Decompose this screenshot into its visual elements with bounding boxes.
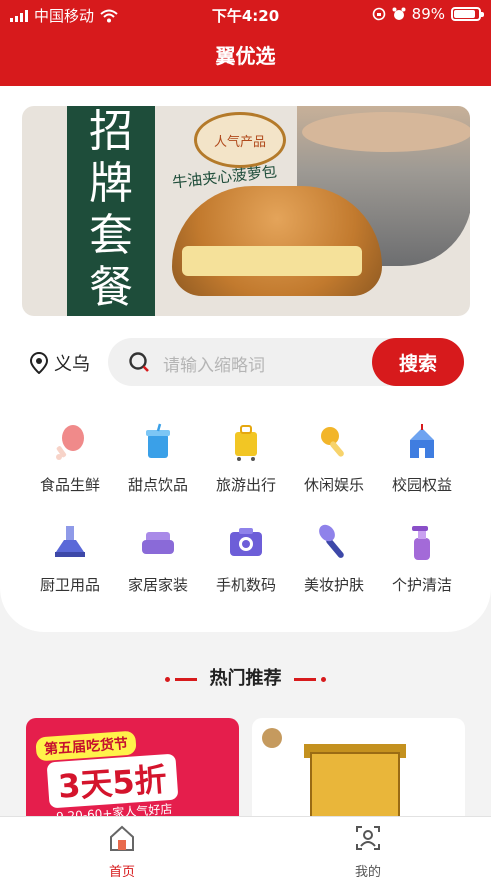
search-input[interactable]: 请输入缩略词 [163, 351, 265, 376]
sign-char: 套 [89, 210, 133, 261]
category-entertainment[interactable]: 休闲娱乐 [290, 422, 378, 512]
school-icon [410, 424, 434, 458]
battery-icon [451, 7, 484, 21]
section-header: 热门推荐 [0, 664, 491, 690]
profile-icon [356, 826, 380, 850]
category-drinks[interactable]: 甜点饮品 [114, 422, 202, 512]
drumstick-icon [56, 425, 84, 460]
category-label: 家居家装 [127, 576, 188, 594]
location-city: 义乌 [54, 354, 90, 375]
milk-tea-surface [302, 112, 470, 152]
suitcase-icon [235, 425, 257, 461]
sign-char: 招 [89, 106, 133, 157]
location-pin-icon [30, 352, 48, 374]
category-travel[interactable]: 旅游出行 [202, 422, 290, 512]
seal-text: 人气产品 [213, 135, 266, 150]
main-card: 招 牌 套 餐 人气产品 牛油夹心菠萝包 义乌 请输入缩略词 搜索 食品生鲜 甜… [0, 86, 491, 632]
sofa-icon [142, 532, 174, 554]
spray-bottle-icon [412, 526, 430, 560]
makeup-brush-icon [319, 524, 344, 558]
category-personal-care[interactable]: 个护清洁 [378, 522, 466, 612]
brand-logo-icon [262, 728, 282, 748]
category-home[interactable]: 家居家装 [114, 522, 202, 612]
category-label: 旅游出行 [215, 476, 276, 494]
tab-label: 首页 [108, 865, 135, 877]
drink-cup-icon [146, 423, 170, 458]
category-campus[interactable]: 校园权益 [378, 422, 466, 512]
banner-sign: 招 牌 套 餐 [67, 106, 155, 316]
category-food[interactable]: 食品生鲜 [26, 422, 114, 512]
category-label: 校园权益 [391, 476, 452, 494]
alarm-icon [392, 7, 406, 20]
category-label: 美妆护肤 [303, 576, 364, 594]
sign-char: 餐 [89, 262, 133, 313]
tab-label: 我的 [354, 865, 381, 877]
microphone-icon [321, 427, 344, 457]
home-icon [110, 825, 134, 851]
search-icon [129, 352, 149, 372]
sign-char: 牌 [89, 158, 133, 209]
product-card-gift-box[interactable] [252, 718, 465, 818]
butter-slices-image [182, 246, 362, 276]
location-selector[interactable]: 义乌 [30, 338, 90, 388]
category-kitchen[interactable]: 厨卫用品 [26, 522, 114, 612]
gift-box-image [310, 752, 400, 818]
category-label: 个护清洁 [391, 576, 452, 594]
section-divider-right [293, 676, 326, 682]
section-divider-left [165, 676, 198, 682]
tab-home[interactable]: 首页 [82, 823, 162, 877]
category-beauty[interactable]: 美妆护肤 [290, 522, 378, 612]
category-label: 休闲娱乐 [303, 476, 364, 494]
section-title: 热门推荐 [209, 668, 282, 689]
pineapple-bun-image [172, 186, 382, 296]
product-card-promo[interactable]: 第五届吃货节 3天5折 9.20-60+家人气好店 [26, 718, 239, 818]
category-digital[interactable]: 手机数码 [202, 522, 290, 612]
search-bar[interactable]: 请输入缩略词 搜索 [108, 338, 464, 386]
popular-seal-badge: 人气产品 [194, 112, 286, 168]
category-label: 手机数码 [215, 576, 276, 594]
category-label: 厨卫用品 [39, 576, 100, 594]
search-button[interactable]: 搜索 [372, 338, 464, 386]
bottom-tab-bar: 首页 我的 [0, 816, 491, 877]
top-bar: 中国移动 下午4:20 89% 翼优选 [0, 0, 491, 86]
status-bar: 中国移动 下午4:20 89% [0, 0, 491, 30]
page-title: 翼优选 [215, 44, 276, 68]
category-label: 甜点饮品 [127, 476, 188, 494]
category-label: 食品生鲜 [39, 476, 100, 494]
range-hood-icon [55, 526, 85, 557]
orientation-lock-icon [372, 7, 385, 21]
camera-icon [230, 528, 262, 556]
tab-mine[interactable]: 我的 [328, 823, 408, 877]
promo-banner[interactable]: 招 牌 套 餐 人气产品 牛油夹心菠萝包 [22, 106, 470, 316]
battery-percent: 89% [411, 5, 445, 23]
